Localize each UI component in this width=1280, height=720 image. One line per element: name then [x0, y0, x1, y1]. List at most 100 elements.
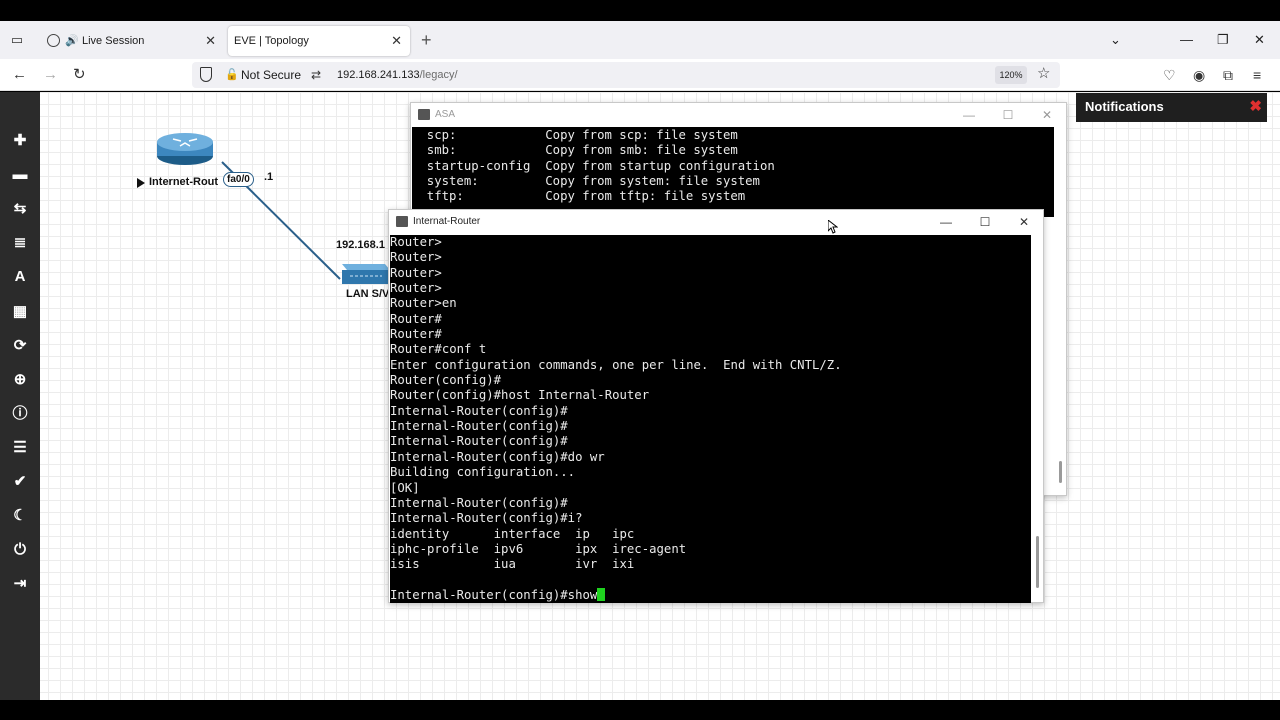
zoom-level[interactable]: 120%	[995, 66, 1027, 84]
minimize-icon[interactable]: —	[959, 103, 979, 127]
network-icon[interactable]: ⇆	[8, 198, 32, 220]
lock-broken-icon: 🔓	[225, 69, 239, 81]
power-icon[interactable]: ⏻	[8, 539, 32, 561]
maximize-icon[interactable]: ☐	[975, 210, 995, 234]
window-title: ASA	[435, 109, 456, 120]
tab-list-icon[interactable]: ▭	[8, 31, 26, 49]
notifications-panel: Notifications ✖	[1076, 93, 1267, 122]
asa-terminal-output[interactable]: scp: Copy from scp: file system smb: Cop…	[412, 127, 1054, 217]
terminal-line: smb: Copy from smb: file system	[412, 143, 738, 158]
menu-icon[interactable]: ≡	[1253, 66, 1261, 84]
tab-live-session[interactable]: 🔊 Live Session ✕	[38, 26, 224, 56]
terminal-line: Router#conf t	[390, 342, 487, 357]
ip-suffix-label: .1	[264, 171, 274, 183]
router-titlebar[interactable]: Internat-Router — ☐ ✕	[389, 210, 1043, 234]
pocket-icon[interactable]: ♡	[1163, 66, 1176, 84]
info-icon[interactable]: ⓘ	[8, 403, 32, 425]
dark-mode-icon[interactable]: ☾	[8, 505, 32, 527]
putty-icon	[396, 216, 408, 227]
star-icon[interactable]: ☆	[1037, 64, 1050, 82]
tab-label: Live Session	[82, 35, 145, 47]
zoom-icon[interactable]: ⊕	[8, 369, 32, 391]
asa-titlebar[interactable]: ASA — ☐ ✕	[411, 103, 1066, 127]
interface-badge: fa0/0	[223, 172, 254, 187]
terminal-line: Internal-Router(config)#	[390, 434, 568, 449]
extensions-icon[interactable]: ⧉	[1223, 66, 1233, 84]
router-terminal-output[interactable]: Router> Router> Router> Router> Router>en Rou…	[390, 235, 1031, 603]
scrollbar[interactable]	[1059, 461, 1062, 483]
terminal-line: Building configuration...	[390, 465, 576, 480]
terminal-line: Internal-Router(config)#	[390, 419, 568, 434]
terminal-line: scp: Copy from scp: file system	[412, 128, 738, 142]
restore-icon[interactable]: ❐	[1217, 31, 1229, 49]
terminal-line: iphc-profile ipv6 ipx irec-agent	[390, 541, 687, 556]
terminal-line: Router>en	[390, 296, 457, 311]
terminal-line: Router>	[390, 281, 442, 296]
permissions-icon[interactable]: ⇄	[311, 62, 321, 88]
terminal-line: Router#	[390, 311, 442, 326]
new-tab-button[interactable]: +	[421, 31, 432, 49]
router-label[interactable]: Internet-Rout	[149, 176, 218, 188]
putty-icon	[418, 109, 430, 120]
terminal-line: tftp: Copy from tftp: file system	[412, 189, 746, 204]
prompt-text: Internal-Router(config)#show	[390, 587, 598, 602]
terminal-line: Router(config)#host Internal-Router	[390, 388, 650, 403]
terminal-line: Router>	[390, 235, 442, 249]
terminal-prompt-line[interactable]: Internal-Router(config)#show	[390, 587, 1031, 603]
terminal-line: system: Copy from system: file system	[412, 174, 760, 189]
shield-icon[interactable]	[200, 67, 212, 82]
close-icon[interactable]: ✕	[1014, 210, 1034, 234]
url-text[interactable]: 192.168.241.133/legacy/	[337, 62, 458, 88]
apps-icon[interactable]: ▦	[8, 301, 32, 323]
terminal-line: [OK]	[390, 480, 420, 495]
switch-label[interactable]: LAN S/V	[346, 288, 389, 300]
close-icon[interactable]: ✕	[1037, 103, 1057, 127]
notifications-title: Notifications	[1085, 99, 1164, 114]
ip-label: 192.168.1	[336, 239, 385, 251]
terminal-line: Internal-Router(config)#	[390, 495, 568, 510]
terminal-line: Internal-Router(config)#i?	[390, 511, 583, 526]
terminal-line: identity interface ip ipc	[390, 526, 635, 541]
maximize-icon[interactable]: ☐	[998, 103, 1018, 127]
terminal-line: isis iua ivr ixi	[390, 557, 635, 572]
tab-eve-topology[interactable]: EVE | Topology ✕	[228, 26, 410, 56]
terminal-line: Enter configuration commands, one per li…	[390, 357, 842, 372]
reload-icon[interactable]: ↻	[73, 65, 86, 85]
tab-label: EVE | Topology	[234, 35, 309, 47]
close-icon[interactable]: ✕	[391, 26, 402, 56]
screen: ▭ 🔊 Live Session ✕ EVE | Topology ✕ + ⌄ …	[0, 0, 1280, 720]
close-icon[interactable]: ✕	[205, 26, 216, 56]
terminal-line: Router>	[390, 265, 442, 280]
add-icon[interactable]: ✚	[8, 130, 32, 152]
back-icon[interactable]: ←	[12, 65, 27, 85]
account-icon[interactable]: ◉	[1193, 66, 1205, 84]
url-host: 192.168.241.133	[337, 69, 420, 81]
window-close-icon[interactable]: ✕	[1254, 31, 1265, 49]
terminal-line: Internal-Router(config)#do wr	[390, 449, 605, 464]
node-list-icon[interactable]: ▬	[8, 164, 32, 186]
security-label[interactable]: Not Secure	[241, 62, 301, 88]
scrollbar[interactable]	[1036, 536, 1039, 588]
text-icon[interactable]: A	[8, 266, 32, 288]
router-terminal-window[interactable]: Internat-Router — ☐ ✕ Router> Router> Rout…	[388, 209, 1044, 603]
terminal-line: Internal-Router(config)#	[390, 403, 568, 418]
url-bar[interactable]: 🔓 Not Secure ⇄ 192.168.241.133/legacy/ 1…	[192, 62, 1060, 88]
close-icon[interactable]: ✖	[1249, 93, 1262, 121]
speaker-icon[interactable]: 🔊	[65, 26, 79, 56]
text-cursor	[597, 587, 606, 601]
globe-icon	[47, 34, 60, 47]
terminal-line: Router(config)#	[390, 373, 502, 388]
forward-icon[interactable]: →	[43, 65, 58, 85]
chevron-down-icon[interactable]: ⌄	[1110, 31, 1121, 49]
startup-config-icon[interactable]: ≣	[8, 232, 32, 254]
mouse-cursor-icon	[828, 220, 838, 234]
logout-icon[interactable]: ⇥	[8, 573, 32, 595]
minimize-icon[interactable]: —	[1180, 31, 1193, 49]
logs-icon[interactable]: ☰	[8, 437, 32, 459]
router-icon	[157, 133, 213, 165]
play-icon	[137, 178, 145, 188]
lab-status-icon[interactable]: ✔	[8, 471, 32, 493]
refresh-icon[interactable]: ⟳	[8, 335, 32, 357]
minimize-icon[interactable]: —	[936, 210, 956, 234]
switch-icon	[342, 264, 390, 284]
